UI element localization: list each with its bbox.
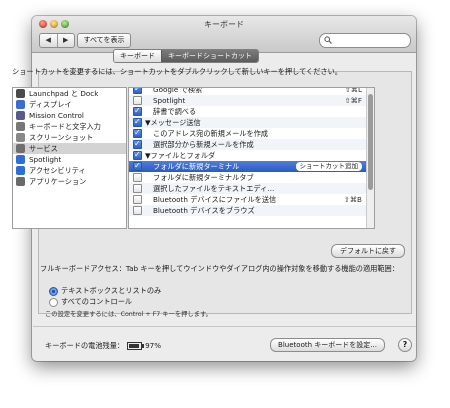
search-field[interactable] — [319, 33, 411, 48]
category-label: アプリケーション — [29, 177, 87, 186]
category-item[interactable]: ディスプレイ — [13, 99, 126, 110]
shortcut-label: Bluetooth デバイスをブラウズ — [153, 206, 255, 215]
shortcut-label: フォルダに新規ターミナル — [153, 162, 240, 171]
checkbox-checked[interactable] — [133, 105, 142, 117]
checkbox-unchecked[interactable] — [133, 195, 142, 204]
add-shortcut-button[interactable]: ショートカット追加 — [295, 162, 362, 171]
checkbox-checked[interactable] — [133, 149, 142, 161]
radio-unselected-icon — [49, 298, 58, 307]
shortcut-row[interactable]: Spotlight ⇧⌘F — [129, 95, 374, 106]
shortcut-label: 辞書で調べる — [153, 107, 197, 116]
nav-buttons: ◀ ▶ — [39, 33, 75, 48]
category-item[interactable]: キーボードと文字入力 — [13, 121, 126, 132]
shortcut-row[interactable]: フォルダに新規ターミナルタブ — [129, 172, 374, 183]
show-all-button[interactable]: すべてを表示 — [77, 33, 131, 48]
shortcut-label: 選択部分から新規メールを作成 — [153, 140, 254, 149]
shortcut-row[interactable]: ▼メッセージ送信 — [129, 116, 374, 128]
shortcut-label: このアドレス宛の新規メールを作成 — [153, 129, 269, 138]
shortcut-row[interactable]: 選択部分から新規メールを作成 — [129, 138, 374, 150]
battery-level: 97% — [145, 341, 162, 350]
title-bar: キーボード ◀ ▶ すべてを表示 — [32, 16, 416, 53]
bluetooth-keyboard-setup-button[interactable]: Bluetooth キーボードを設定... — [270, 338, 385, 352]
shortcut-label: Spotlight — [153, 96, 186, 105]
shortcut-list-scrollbar[interactable] — [366, 88, 374, 228]
category-label: ディスプレイ — [29, 100, 72, 109]
instruction-text: ショートカットを変更するには、ショートカットをダブルクリックして新しいキーを押し… — [12, 67, 342, 76]
radio-selected-icon — [49, 287, 58, 296]
shortcut-label: Google で検索 — [153, 87, 203, 94]
category-icon — [16, 89, 25, 98]
battery-icon — [127, 342, 145, 350]
checkbox-checked[interactable] — [133, 138, 142, 150]
shortcut-row[interactable]: このアドレス宛の新規メールを作成 — [129, 127, 374, 139]
shortcut-row[interactable]: 選択したファイルをテキストエディ… — [129, 183, 374, 194]
checkbox-checked[interactable] — [133, 127, 142, 139]
window-title: キーボード — [204, 20, 244, 29]
category-icon — [16, 144, 25, 153]
shortcut-list: Google で検索 ⇧⌘L Spotlight ⇧⌘F 辞書で調べる ▼メッセージ送信こ… — [128, 87, 375, 229]
forward-button[interactable]: ▶ — [56, 34, 75, 47]
shortcut-row[interactable]: Google で検索 ⇧⌘L — [129, 87, 374, 95]
radio-text-boxes-lists[interactable]: テキストボックスとリストのみ — [49, 285, 161, 296]
shortcut-row[interactable]: ▼ファイルとフォルダ — [129, 149, 374, 161]
checkbox-checked[interactable] — [133, 160, 142, 172]
tab-keyboard[interactable]: キーボード — [114, 50, 161, 62]
back-button[interactable]: ◀ — [40, 34, 57, 47]
battery-label: キーボードの電池残量： — [45, 341, 125, 350]
shortcut-row[interactable]: Bluetooth デバイスにファイルを送信 ⇧⌘B — [129, 194, 374, 205]
category-icon — [16, 166, 25, 175]
category-label: Mission Control — [29, 111, 84, 120]
category-item[interactable]: アプリケーション — [13, 176, 126, 187]
shortcut-note: この設定を変更するには、Control + F7 キーを押します。 — [45, 311, 212, 318]
category-label: キーボードと文字入力 — [29, 122, 101, 131]
category-icon — [16, 122, 25, 131]
category-icon — [16, 100, 25, 109]
shortcut-row[interactable]: Bluetooth デバイスをブラウズ — [129, 205, 374, 216]
category-item[interactable]: Mission Control — [13, 110, 126, 121]
category-label: サービス — [29, 144, 58, 153]
tab-bar: キーボード キーボードショートカット — [113, 49, 259, 63]
full-keyboard-access-label: フルキーボードアクセス：Tab キーを押してウインドウやダイアログ内の操作対象を… — [40, 264, 399, 273]
category-icon — [16, 111, 25, 120]
shortcut-key[interactable]: ⇧⌘L — [345, 88, 362, 95]
checkbox-unchecked[interactable] — [133, 184, 142, 193]
category-label: スクリーンショット — [29, 133, 94, 142]
scrollbar-thumb[interactable] — [368, 94, 373, 190]
checkbox-unchecked[interactable] — [133, 206, 142, 215]
category-list: Launchpad と Dock ディスプレイ Mission Control キーボ… — [12, 87, 127, 229]
shortcut-row[interactable]: フォルダに新規ターミナル ショートカット追加 — [129, 160, 374, 172]
help-button[interactable]: ? — [398, 338, 412, 352]
category-icon — [16, 155, 25, 164]
category-item[interactable]: スクリーンショット — [13, 132, 126, 143]
checkbox-unchecked[interactable] — [133, 96, 142, 105]
category-label: アクセシビリティ — [29, 166, 86, 175]
radio-label: すべてのコントロール — [61, 297, 133, 306]
checkbox-checked[interactable] — [133, 116, 142, 128]
shortcut-label: ▼ファイルとフォルダ — [145, 151, 216, 160]
radio-all-controls[interactable]: すべてのコントロール — [49, 296, 132, 307]
battery-status: キーボードの電池残量： 97% — [45, 341, 161, 351]
divider — [33, 326, 416, 327]
shortcut-row[interactable]: 辞書で調べる — [129, 105, 374, 117]
restore-defaults-button[interactable]: デフォルトに戻す — [331, 244, 405, 258]
category-item[interactable]: サービス — [13, 143, 126, 154]
shortcut-label: フォルダに新規ターミナルタブ — [153, 173, 254, 182]
category-item[interactable]: Spotlight — [13, 154, 126, 165]
category-label: Launchpad と Dock — [29, 89, 99, 98]
category-label: Spotlight — [29, 155, 62, 164]
shortcut-label: ▼メッセージ送信 — [145, 118, 201, 127]
tab-keyboard-shortcuts[interactable]: キーボードショートカット — [161, 50, 258, 62]
category-item[interactable]: Launchpad と Dock — [13, 88, 126, 99]
shortcut-key[interactable]: ⇧⌘F — [345, 95, 362, 106]
checkbox-checked[interactable] — [133, 88, 142, 95]
checkbox-unchecked[interactable] — [133, 173, 142, 182]
category-icon — [16, 177, 25, 186]
radio-label: テキストボックスとリストのみ — [61, 286, 162, 295]
search-icon — [324, 36, 332, 44]
shortcut-label: Bluetooth デバイスにファイルを送信 — [153, 195, 277, 204]
category-item[interactable]: アクセシビリティ — [13, 165, 126, 176]
shortcut-label: 選択したファイルをテキストエディ… — [153, 184, 275, 193]
shortcut-key[interactable]: ⇧⌘B — [344, 194, 362, 205]
category-icon — [16, 133, 25, 142]
